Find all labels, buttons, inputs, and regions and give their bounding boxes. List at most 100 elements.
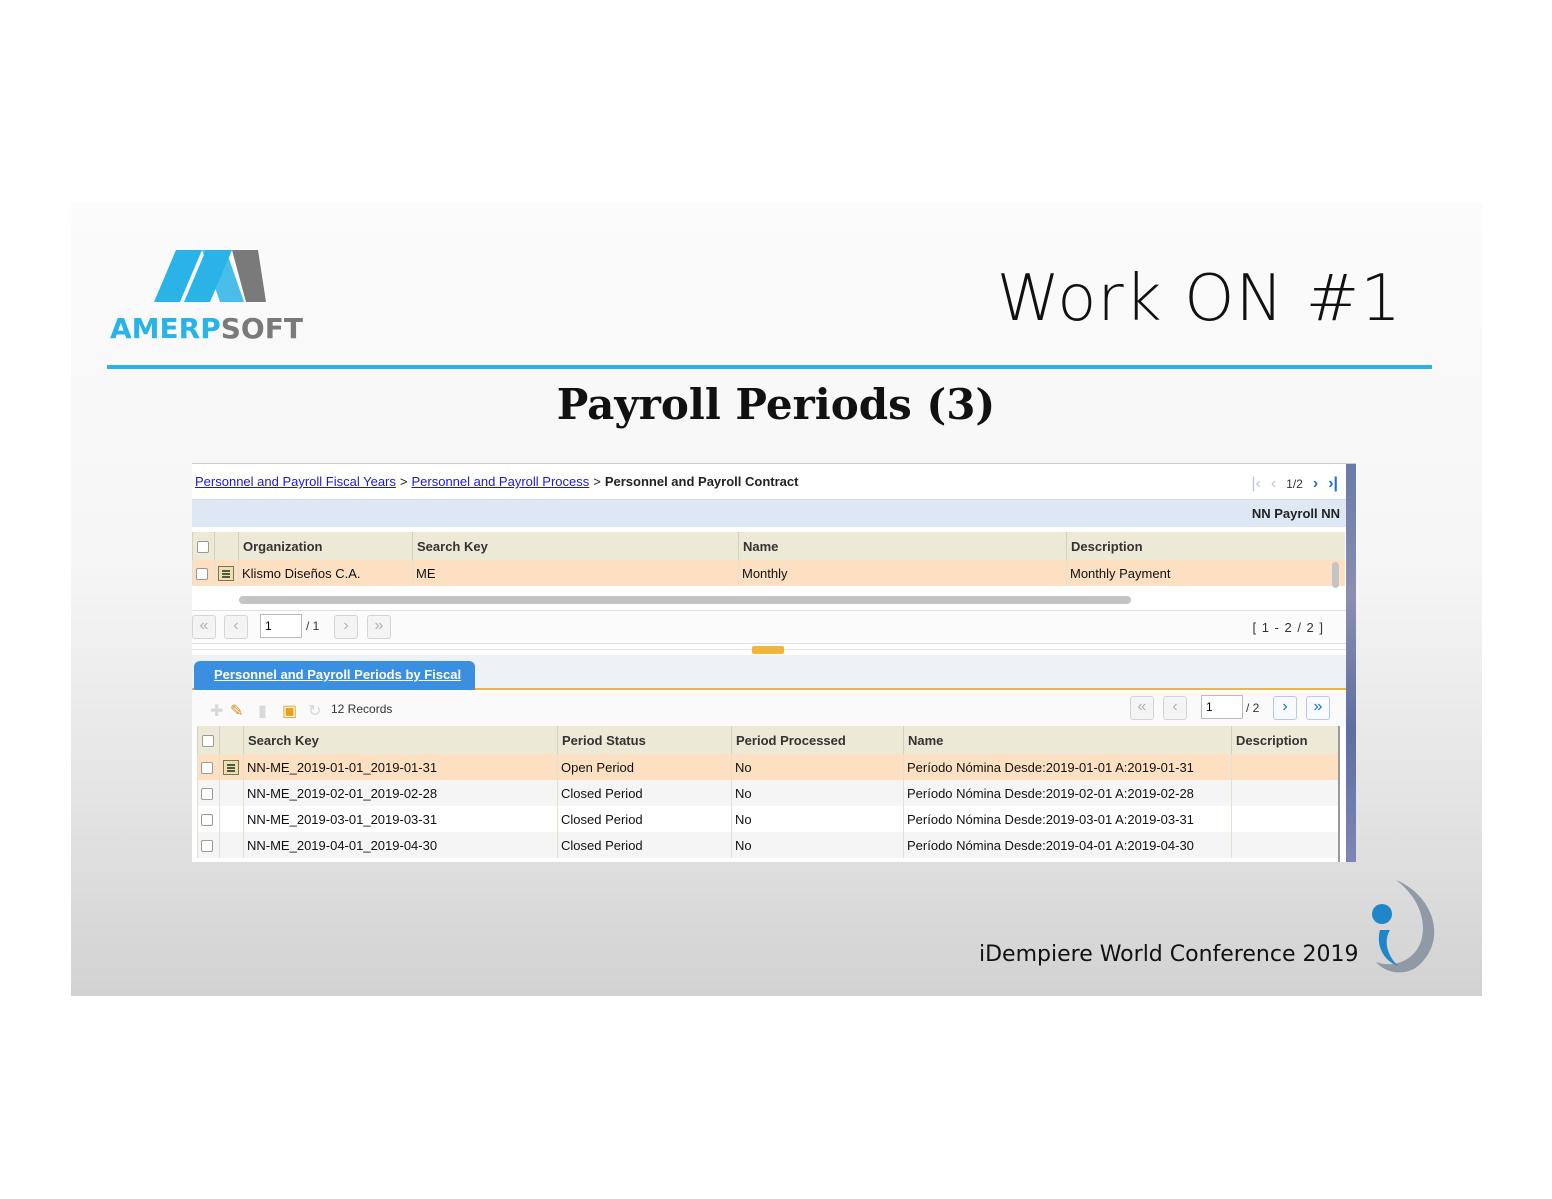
cell-description <box>1231 780 1339 806</box>
delete-icon[interactable]: ▮ <box>258 701 267 721</box>
first-page-button[interactable]: « <box>192 615 216 639</box>
child-grid: Search Key Period Status Period Processe… <box>197 726 1339 858</box>
table-row[interactable]: NN-ME_2019-01-01_2019-01-31 Open Period … <box>197 754 1339 780</box>
previous-record-icon[interactable]: ‹ <box>1271 475 1276 493</box>
edit-record-icon[interactable] <box>218 566 234 582</box>
table-row[interactable]: NN-ME_2019-03-01_2019-03-31 Closed Perio… <box>197 806 1339 832</box>
logo-m-icon <box>154 250 266 302</box>
page-total: / 1 <box>306 619 320 633</box>
breadcrumb-link-fiscal-years[interactable]: Personnel and Payroll Fiscal Years <box>195 474 396 489</box>
column-header[interactable]: Period Processed <box>731 726 904 754</box>
cell-period-status: Closed Period <box>557 806 732 832</box>
next-page-button[interactable]: › <box>334 615 358 639</box>
row-checkbox[interactable] <box>201 788 213 801</box>
row-checkbox[interactable] <box>201 814 213 827</box>
cell-period-status: Open Period <box>557 754 732 780</box>
cell-period-processed: No <box>731 832 904 858</box>
grid-right-border <box>1338 726 1340 862</box>
column-header[interactable]: Name <box>903 726 1232 754</box>
column-header[interactable]: Description <box>1066 532 1345 560</box>
cell-name: Período Nómina Desde:2019-02-01 A:2019-0… <box>903 780 1232 806</box>
column-header[interactable]: Name <box>738 532 1067 560</box>
first-page-button[interactable]: « <box>1130 696 1154 720</box>
cell-name: Período Nómina Desde:2019-03-01 A:2019-0… <box>903 806 1232 832</box>
cell-search-key: NN-ME_2019-01-01_2019-01-31 <box>243 754 558 780</box>
row-checkbox[interactable] <box>196 568 208 581</box>
column-header[interactable]: Period Status <box>557 726 732 754</box>
child-grid-header: Search Key Period Status Period Processe… <box>197 726 1339 754</box>
column-header[interactable]: Organization <box>238 532 413 560</box>
cell-description: Monthly Payment <box>1066 560 1345 586</box>
vertical-scrollbar[interactable] <box>1332 562 1339 588</box>
page-input[interactable] <box>260 614 302 638</box>
record-navigator: |‹ ‹ 1/2 › ›| <box>1251 475 1338 493</box>
row-checkbox[interactable] <box>201 762 213 775</box>
cell-period-status: Closed Period <box>557 780 732 806</box>
slide-title: Work ON #1 <box>996 262 1402 336</box>
detail-toolbar: ✚ ✎ ▮ ▣ ↻ 12 Records « ‹ / 2 › » <box>192 692 1346 726</box>
breadcrumb-current: Personnel and Payroll Contract <box>604 474 799 489</box>
parent-pager: « ‹ / 1 › » [ 1 - 2 / 2 ] <box>192 610 1346 644</box>
last-record-icon[interactable]: ›| <box>1328 475 1338 493</box>
cell-search-key: NN-ME_2019-02-01_2019-02-28 <box>243 780 558 806</box>
cell-period-status: Closed Period <box>557 832 732 858</box>
tab-payroll-periods[interactable]: Personnel and Payroll Periods by Fiscal <box>194 661 476 690</box>
cell-search-key: ME <box>412 560 739 586</box>
table-row[interactable]: NN-ME_2019-04-01_2019-04-30 Closed Perio… <box>197 832 1339 858</box>
record-position: 1/2 <box>1286 477 1303 491</box>
next-page-button[interactable]: › <box>1273 696 1297 720</box>
cell-organization: Klismo Diseños C.A. <box>238 560 413 586</box>
table-row[interactable]: Klismo Diseños C.A. ME Monthly Monthly P… <box>192 560 1345 586</box>
table-row[interactable]: NN-ME_2019-02-01_2019-02-28 Closed Perio… <box>197 780 1339 806</box>
new-record-icon[interactable]: ✚ <box>210 701 223 721</box>
record-range: [ 1 - 2 / 2 ] <box>1252 620 1324 635</box>
logo-text: AMERPSOFT <box>110 312 303 345</box>
window-edge <box>1346 464 1356 862</box>
breadcrumb-separator: > <box>593 474 601 489</box>
cell-description <box>1231 832 1339 858</box>
cell-period-processed: No <box>731 754 904 780</box>
header-band-label: NN Payroll NN <box>1251 506 1340 521</box>
cell-description <box>1231 806 1339 832</box>
cell-search-key: NN-ME_2019-04-01_2019-04-30 <box>243 832 558 858</box>
previous-page-button[interactable]: ‹ <box>1163 696 1187 720</box>
cell-period-processed: No <box>731 780 904 806</box>
save-icon[interactable]: ▣ <box>282 701 297 721</box>
title-divider <box>107 365 1432 369</box>
page-input[interactable] <box>1201 695 1243 719</box>
idempiere-window: Personnel and Payroll Fiscal Years > Perso… <box>192 463 1356 862</box>
column-header[interactable]: Search Key <box>412 532 739 560</box>
breadcrumb-separator: > <box>399 474 408 489</box>
next-record-icon[interactable]: › <box>1313 475 1318 493</box>
select-all-checkbox[interactable] <box>197 541 209 554</box>
edit-record-icon[interactable] <box>223 760 239 776</box>
last-page-button[interactable]: » <box>367 615 391 639</box>
last-page-button[interactable]: » <box>1306 696 1330 720</box>
parent-grid: Organization Search Key Name Description… <box>192 532 1345 586</box>
detail-tab-bar: Personnel and Payroll Periods by Fiscal <box>192 655 1346 690</box>
cell-name: Período Nómina Desde:2019-04-01 A:2019-0… <box>903 832 1232 858</box>
previous-page-button[interactable]: ‹ <box>224 615 248 639</box>
conference-label: iDempiere World Conference 2019 <box>979 942 1359 967</box>
cell-name: Período Nómina Desde:2019-01-01 A:2019-0… <box>903 754 1232 780</box>
row-checkbox[interactable] <box>201 840 213 853</box>
horizontal-scrollbar[interactable] <box>239 596 1131 604</box>
breadcrumb: Personnel and Payroll Fiscal Years > Perso… <box>195 474 798 489</box>
breadcrumb-link-process[interactable]: Personnel and Payroll Process <box>411 474 589 489</box>
cell-search-key: NN-ME_2019-03-01_2019-03-31 <box>243 806 558 832</box>
splitter-handle[interactable] <box>752 646 784 654</box>
select-all-checkbox[interactable] <box>202 735 214 748</box>
records-count: 12 Records <box>331 702 393 716</box>
column-header[interactable]: Description <box>1231 726 1339 754</box>
amerpsoft-logo: AMERPSOFT <box>110 250 315 345</box>
column-header[interactable]: Search Key <box>243 726 558 754</box>
header-band: NN Payroll NN <box>192 499 1346 527</box>
cell-period-processed: No <box>731 806 904 832</box>
page-total: / 2 <box>1246 701 1260 715</box>
edit-pencil-icon[interactable]: ✎ <box>230 701 243 721</box>
cell-name: Monthly <box>738 560 1067 586</box>
cell-description <box>1231 754 1339 780</box>
refresh-icon[interactable]: ↻ <box>308 701 321 721</box>
slide-subtitle: Payroll Periods (3) <box>556 380 996 429</box>
first-record-icon[interactable]: |‹ <box>1251 475 1260 493</box>
